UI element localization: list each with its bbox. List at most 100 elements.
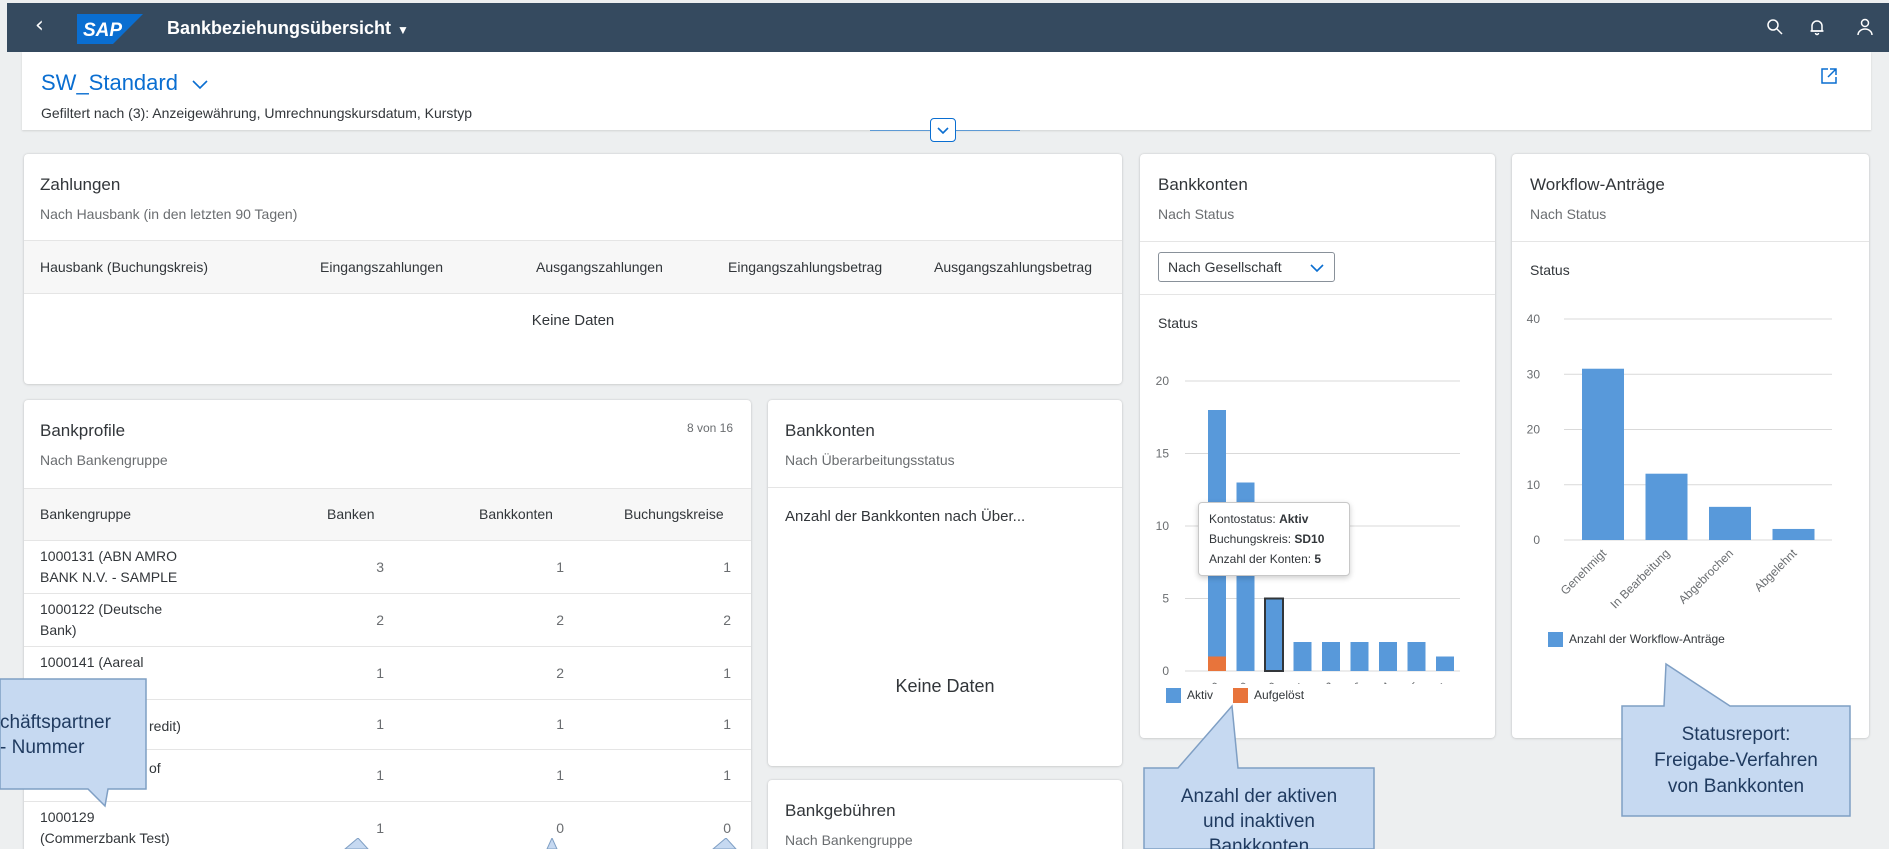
callout-report: Statusreport: Freigabe-Verfahren von Ban… [1622, 722, 1850, 800]
sap-logo-text: SAP [83, 20, 122, 41]
table-row[interactable]: 1000122 (Deutsche Bank) 2 2 2 [24, 594, 751, 647]
cell-bankkonten: 1 [556, 559, 564, 575]
y-tick-label: 10 [1156, 519, 1170, 533]
callout-line: Freigabe-Verfahren [1654, 750, 1818, 771]
column-header[interactable]: Eingangszahlungen [320, 259, 443, 275]
variant-selector[interactable]: SW_Standard [41, 70, 208, 96]
row-name-line1: 1000129 [40, 809, 95, 825]
card-divider [768, 487, 1122, 488]
share-icon[interactable] [1819, 66, 1839, 86]
column-header[interactable]: Hausbank (Buchungskreis) [40, 259, 208, 275]
card-subtitle: Nach Status [1158, 206, 1235, 222]
card-bankkonten-status[interactable]: Bankkonten Nach Status Nach Gesellschaft… [1140, 154, 1495, 738]
callout-line: und inaktiven [1203, 811, 1315, 832]
bar-aktiv[interactable] [1265, 598, 1283, 672]
callout-line: Statusreport: [1681, 724, 1791, 745]
row-name-line1: 1000131 (ABN AMRO [40, 548, 177, 564]
bell-icon[interactable] [1807, 17, 1827, 37]
column-header[interactable]: Buchungskreise [624, 506, 724, 522]
card-title: Workflow-Anträge [1530, 175, 1665, 194]
variant-name: SW_Standard [41, 70, 178, 95]
workflow-bar-chart[interactable]: 0 10 20 30 40 GenehmigtIn Bearbeitung Abgebroc… [1512, 284, 1869, 614]
pointer-tip [344, 838, 369, 849]
bar-aktiv[interactable] [1322, 642, 1340, 671]
filter-summary: Gefiltert nach (3): Anzeigewährung, Umre… [41, 105, 473, 121]
chart-tooltip: Kontostatus: Aktiv Buchungskreis: SD10 A… [1198, 502, 1350, 576]
cell-bankkonten: 0 [556, 820, 564, 836]
cell-buchungskreise: 1 [723, 559, 731, 575]
user-icon[interactable] [1855, 17, 1875, 37]
tooltip-label: Anzahl der Konten: [1209, 552, 1312, 566]
tooltip-label: Buchungskreis: [1209, 532, 1292, 546]
card-title: Bankgebühren [785, 801, 896, 820]
column-header[interactable]: Ausgangszahlungen [536, 259, 663, 275]
chevron-down-icon [1310, 264, 1324, 273]
app-title-menu[interactable]: Bankbeziehungsübersicht ▼ [167, 18, 409, 39]
row-name-line2: BANK N.V. - SAMPLE [40, 569, 178, 585]
search-icon[interactable] [1765, 17, 1785, 37]
card-bankgebuehren[interactable]: Bankgebühren Nach Bankengruppe [768, 780, 1122, 849]
table-row[interactable]: 1000131 (ABN AMRO BANK N.V. - SAMPLE 3 1… [24, 541, 751, 594]
row-name-line2: (Commerzbank Test) [40, 830, 170, 846]
cell-banken: 1 [376, 716, 384, 732]
x-tick-label: 0001 [1422, 679, 1451, 684]
cell-banken: 3 [376, 559, 384, 575]
pointer-tip [546, 838, 558, 849]
x-tick-label: SD12 [1306, 679, 1337, 684]
column-header[interactable]: Ausgangszahlungsbetrag [934, 259, 1092, 275]
bar-aufgel-st[interactable] [1208, 656, 1226, 672]
card-workflow[interactable]: Workflow-Anträge Nach Status Status 0 10 2… [1512, 154, 1869, 738]
bar-aktiv[interactable] [1407, 642, 1426, 671]
cell-buchungskreise: 1 [723, 665, 731, 681]
column-header[interactable]: Bankengruppe [40, 506, 131, 522]
cell-bankkonten: 1 [556, 716, 564, 732]
group-by-dropdown[interactable]: Nach Gesellschaft [1158, 252, 1335, 282]
x-tick-label: Abgebrochen [1676, 546, 1736, 606]
row-name-line1: 1000122 (Deutsche [40, 601, 163, 617]
bar-aktiv[interactable] [1350, 642, 1369, 671]
tooltip-value: Aktiv [1279, 512, 1309, 526]
y-tick-label: 10 [1527, 478, 1541, 492]
card-divider [1512, 241, 1869, 242]
pointer-tip [712, 838, 737, 849]
cell-buchungskreise: 1 [723, 767, 731, 783]
x-tick-label: SD11 [1278, 679, 1309, 684]
column-header[interactable]: Bankkonten [479, 506, 553, 522]
no-data-text: Keine Daten [895, 676, 995, 696]
bar-aktiv[interactable] [1379, 642, 1397, 671]
x-tick-label: SD10 [1249, 679, 1280, 684]
bar-anzahl-der-workflow-antr-ge[interactable] [1709, 506, 1751, 540]
card-bankkonten-ueberarbeitung[interactable]: Bankkonten Nach Überarbeitungsstatus Anz… [768, 400, 1122, 766]
y-tick-label: 0 [1162, 664, 1169, 678]
bar-anzahl-der-workflow-antr-ge[interactable] [1772, 528, 1815, 540]
callout-partner: chäftspartner - Nummer [0, 710, 146, 760]
collapse-header-button[interactable] [930, 118, 956, 142]
app-title: Bankbeziehungsübersicht [167, 18, 392, 38]
bar-aktiv[interactable] [1293, 642, 1312, 671]
back-icon[interactable]: ‹ [35, 13, 44, 38]
bar-aktiv[interactable] [1436, 656, 1454, 672]
x-tick-label: SU14 [1363, 679, 1394, 684]
cell-banken: 1 [376, 820, 384, 836]
sap-logo[interactable]: SAP [77, 14, 143, 44]
item-count: 8 von 16 [686, 421, 733, 435]
card-subtitle: Nach Überarbeitungsstatus [785, 452, 955, 468]
callout-line: von Bankkonten [1667, 776, 1805, 797]
cell-buchungskreise: 2 [723, 612, 731, 628]
x-tick-label: Abgelehnt [1752, 546, 1801, 595]
bar-anzahl-der-workflow-antr-ge[interactable] [1645, 473, 1688, 540]
x-tick-label: 1710 [1194, 679, 1223, 684]
callout-line: - Nummer [0, 737, 85, 758]
column-header[interactable]: Banken [327, 506, 374, 522]
column-header[interactable]: Eingangszahlungsbetrag [728, 259, 882, 275]
x-tick-label: SU15 [1391, 679, 1422, 684]
cell-buchungskreise: 0 [723, 820, 731, 836]
card-zahlungen[interactable]: Zahlungen Nach Hausbank (in den letzten … [24, 154, 1122, 384]
card-subtitle: Nach Hausbank (in den letzten 90 Tagen) [40, 206, 298, 222]
y-tick-label: 20 [1527, 423, 1541, 437]
card-divider [1140, 294, 1495, 295]
bar-anzahl-der-workflow-antr-ge[interactable] [1582, 368, 1624, 540]
cell-bankkonten: 2 [556, 665, 564, 681]
y-tick-label: 5 [1162, 592, 1169, 606]
cell-bankkonten: 1 [556, 767, 564, 783]
